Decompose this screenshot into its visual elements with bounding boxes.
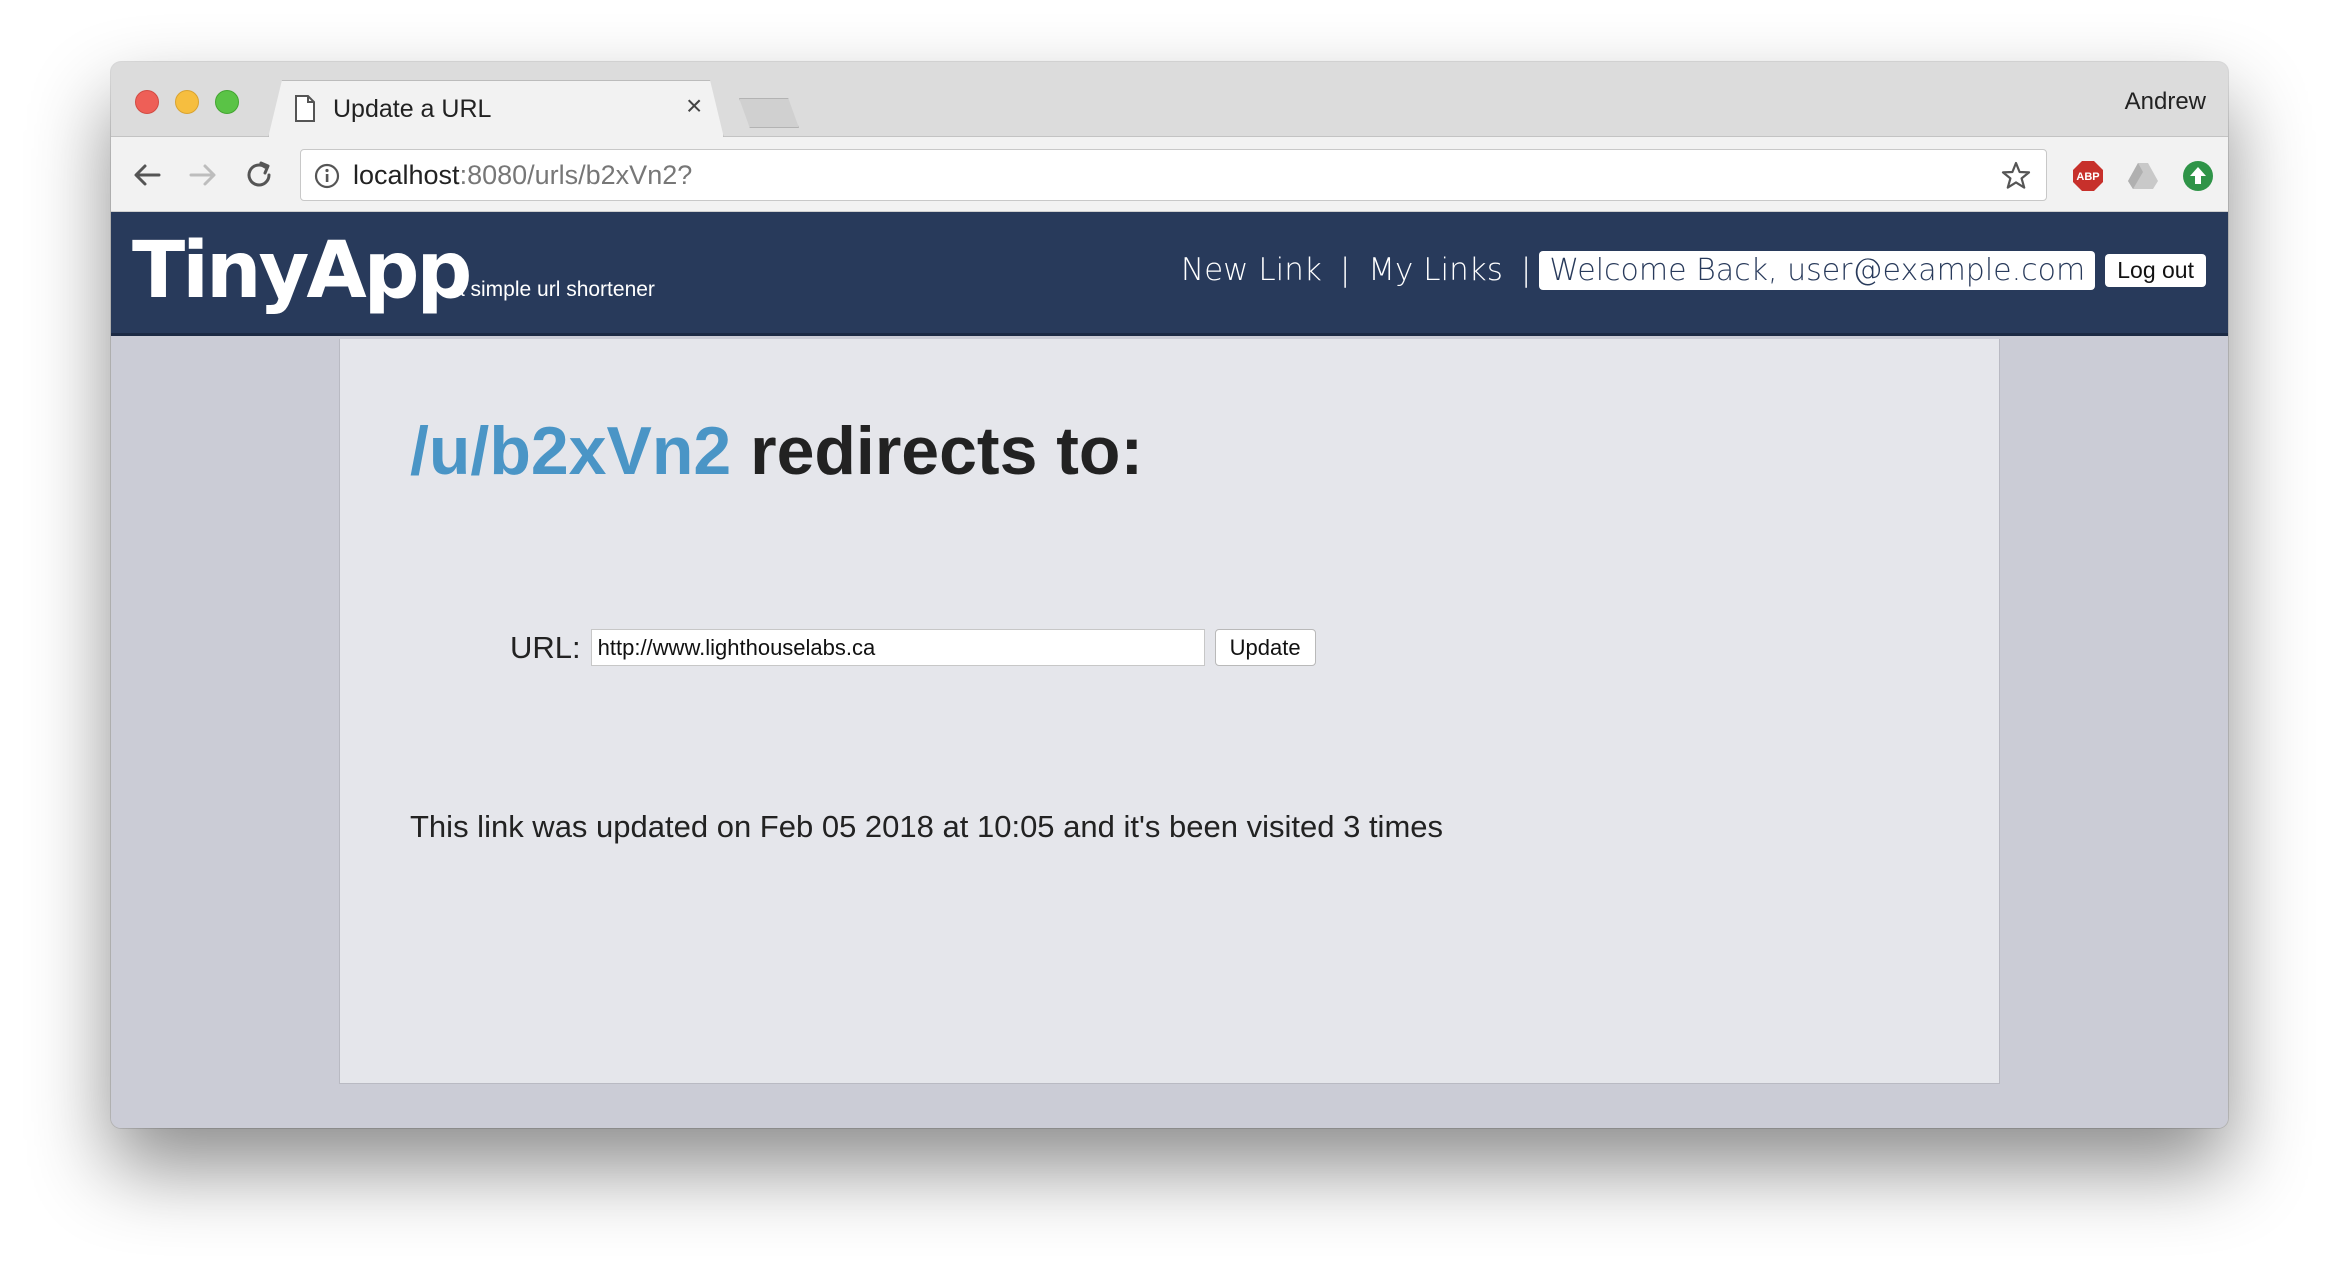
profile-name[interactable]: Andrew bbox=[2125, 88, 2206, 116]
new-tab-button[interactable] bbox=[739, 98, 799, 128]
brand-tagline: a simple url shortener bbox=[453, 278, 655, 301]
header-nav: New Link | My Links | Welcome Back, user… bbox=[1181, 250, 2206, 290]
tab-strip: Update a URL × Andrew bbox=[111, 62, 2228, 137]
welcome-badge: Welcome Back, user@example.com bbox=[1539, 250, 2096, 290]
nav-separator: | bbox=[1339, 252, 1351, 288]
url-input[interactable] bbox=[590, 629, 1205, 666]
new-link-nav[interactable]: New Link bbox=[1181, 252, 1322, 288]
page-title: /u/b2xVn2 redirects to: bbox=[410, 412, 1143, 490]
my-links-nav[interactable]: My Links bbox=[1368, 252, 1503, 288]
svg-text:ABP: ABP bbox=[2076, 171, 2099, 183]
link-stats-text: This link was updated on Feb 05 2018 at … bbox=[410, 809, 1444, 844]
zoom-window-button[interactable] bbox=[215, 90, 239, 114]
bookmark-star-icon[interactable] bbox=[2000, 160, 2032, 192]
browser-window: Update a URL × Andrew localhost:8080/url… bbox=[111, 62, 2228, 1128]
close-window-button[interactable] bbox=[135, 90, 159, 114]
address-text[interactable]: localhost:8080/urls/b2xVn2? bbox=[353, 160, 692, 191]
logout-button[interactable]: Log out bbox=[2105, 253, 2206, 287]
tab-title: Update a URL bbox=[333, 95, 492, 123]
brand-logo[interactable]: TinyApp bbox=[132, 226, 472, 316]
nav-separator: | bbox=[1520, 252, 1532, 288]
short-url-link[interactable]: /u/b2xVn2 bbox=[410, 413, 731, 489]
update-url-form: URL: Update bbox=[510, 629, 1316, 666]
page-title-suffix: redirects to: bbox=[731, 413, 1144, 489]
main-card: /u/b2xVn2 redirects to: URL: Update This… bbox=[339, 339, 2000, 1084]
browser-toolbar: localhost:8080/urls/b2xVn2? ABP bbox=[111, 137, 2228, 212]
info-icon[interactable] bbox=[313, 162, 341, 190]
document-icon bbox=[295, 95, 315, 122]
page-viewport: TinyApp a simple url shortener New Link … bbox=[111, 212, 2228, 1128]
url-label: URL: bbox=[510, 629, 581, 665]
drive-icon[interactable] bbox=[2126, 159, 2160, 193]
app-header: TinyApp a simple url shortener New Link … bbox=[111, 212, 2228, 336]
tab-close-icon[interactable]: × bbox=[686, 92, 702, 120]
address-bar[interactable]: localhost:8080/urls/b2xVn2? bbox=[300, 149, 2047, 201]
adblock-plus-icon[interactable]: ABP bbox=[2071, 159, 2105, 193]
update-button[interactable]: Update bbox=[1214, 629, 1316, 666]
reload-icon[interactable] bbox=[241, 157, 277, 193]
minimize-window-button[interactable] bbox=[175, 90, 199, 114]
address-path: :8080/urls/b2xVn2? bbox=[459, 160, 693, 190]
forward-arrow-icon[interactable] bbox=[185, 157, 221, 193]
back-arrow-icon[interactable] bbox=[129, 157, 165, 193]
address-host: localhost bbox=[353, 160, 460, 190]
upload-extension-icon[interactable] bbox=[2181, 159, 2215, 193]
